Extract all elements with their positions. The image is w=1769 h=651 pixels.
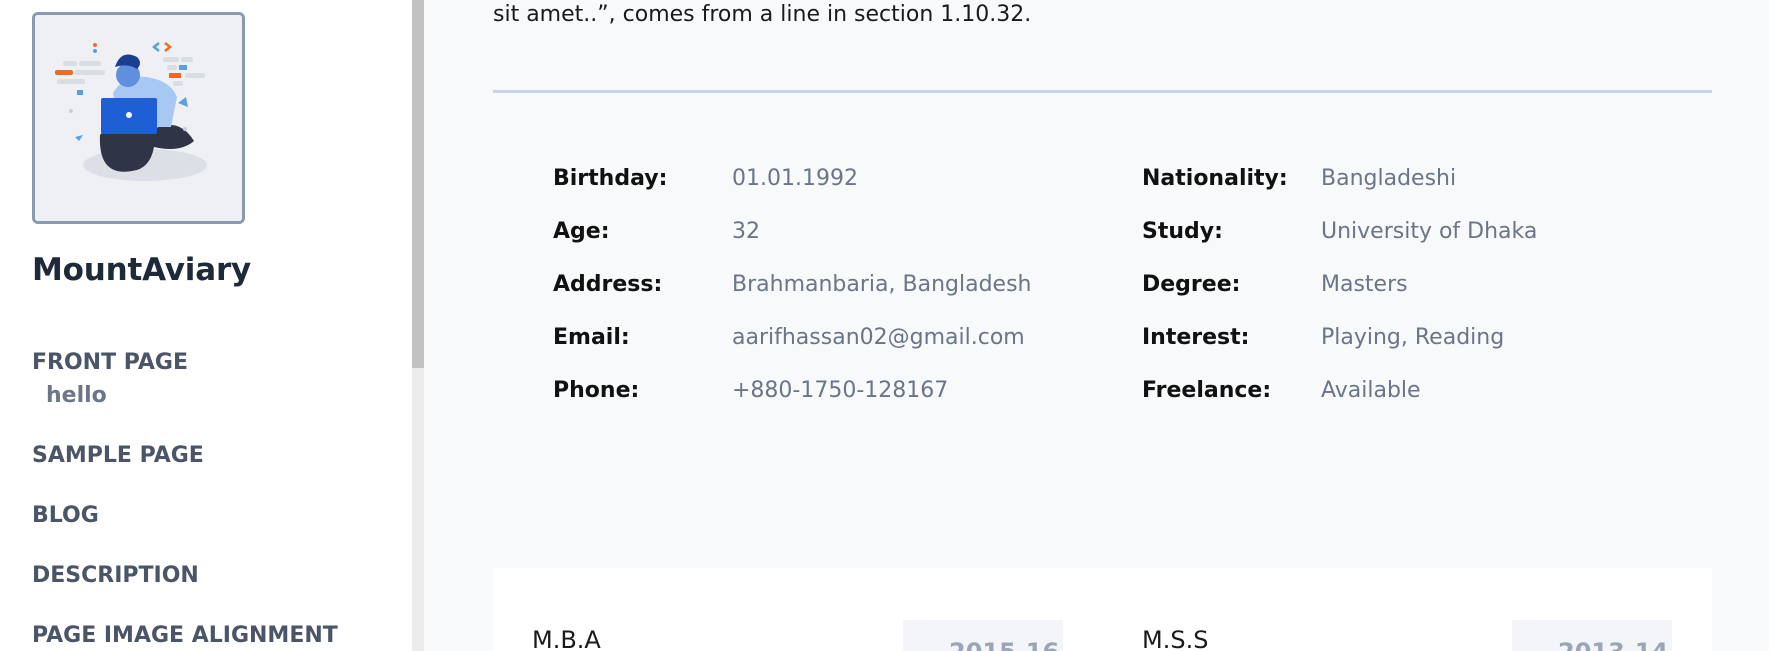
education-card: M.B.A 2015-16 M.S.S 2013-14 [493, 568, 1712, 651]
nav-item-page-image-alignment[interactable]: PAGE IMAGE ALIGNMENT [32, 623, 338, 648]
info-value-study: University of Dhaka [1321, 219, 1538, 244]
info-value-nationality: Bangladeshi [1321, 166, 1457, 191]
info-label-study: Study: [1142, 219, 1223, 244]
education-degree: M.B.A [532, 626, 601, 651]
education-degree: M.S.S [1142, 626, 1209, 651]
education-years-badge: 2013-14 [1512, 620, 1672, 651]
sidebar-scrollbar[interactable] [412, 0, 424, 651]
info-value-birthday: 01.01.1992 [732, 166, 858, 191]
info-label-address: Address: [553, 272, 663, 297]
developer-illustration-icon [35, 15, 242, 221]
nav-subitem-hello[interactable]: hello [46, 383, 107, 408]
info-label-interest: Interest: [1142, 325, 1250, 350]
info-value-freelance: Available [1321, 378, 1421, 403]
info-value-address: Brahmanbaria, Bangladesh [732, 272, 1032, 297]
info-label-email: Email: [553, 325, 630, 350]
nav-item-front-page[interactable]: FRONT PAGE [32, 350, 188, 375]
main-content: sit amet..”, comes from a line in sectio… [424, 0, 1769, 651]
site-title[interactable]: MountAviary [32, 252, 251, 288]
intro-paragraph: sit amet..”, comes from a line in sectio… [493, 2, 1032, 27]
info-label-nationality: Nationality: [1142, 166, 1288, 191]
info-label-birthday: Birthday: [553, 166, 668, 191]
education-years-badge: 2015-16 [903, 620, 1063, 651]
info-label-degree: Degree: [1142, 272, 1241, 297]
info-value-phone[interactable]: +880-1750-128167 [732, 378, 948, 403]
info-value-age: 32 [732, 219, 760, 244]
nav-item-blog[interactable]: BLOG [32, 503, 99, 528]
info-label-age: Age: [553, 219, 610, 244]
info-label-phone: Phone: [553, 378, 640, 403]
info-value-degree: Masters [1321, 272, 1408, 297]
sidebar-scrollbar-thumb[interactable] [412, 0, 424, 368]
nav-item-sample-page[interactable]: SAMPLE PAGE [32, 443, 204, 468]
info-value-email[interactable]: aarifhassan02@gmail.com [732, 325, 1025, 350]
info-label-freelance: Freelance: [1142, 378, 1272, 403]
sidebar: MountAviary FRONT PAGE hello SAMPLE PAGE… [0, 0, 412, 651]
section-divider [493, 90, 1712, 93]
nav-item-description[interactable]: DESCRIPTION [32, 563, 199, 588]
profile-avatar[interactable] [32, 12, 245, 224]
info-value-interest: Playing, Reading [1321, 325, 1505, 350]
